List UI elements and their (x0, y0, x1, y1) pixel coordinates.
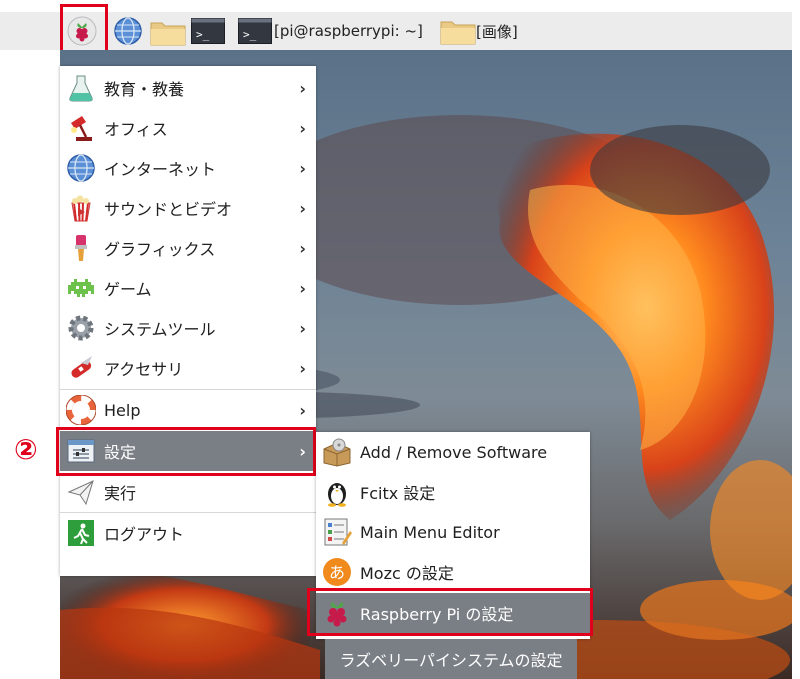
menu-item-label: Main Menu Editor (360, 522, 500, 542)
folder-icon (150, 22, 186, 46)
svg-text:>_: >_ (243, 28, 257, 41)
menu-item-help[interactable]: Help › (60, 390, 316, 430)
menu-item-label: サウンドとビデオ (104, 200, 233, 219)
menu-item-games[interactable]: ゲーム › (60, 268, 316, 308)
paper-plane-icon (67, 480, 94, 506)
menu-item-internet[interactable]: インターネット › (60, 148, 316, 188)
browser-launcher[interactable] (113, 16, 143, 46)
raspberry-icon (67, 16, 97, 46)
submenu-arrow-icon: › (299, 400, 306, 420)
submenu-item-raspberry-pi-config[interactable]: Raspberry Pi の設定 (316, 593, 590, 633)
submenu-arrow-icon: › (299, 118, 306, 138)
submenu-arrow-icon: › (299, 78, 306, 98)
menu-item-label: グラフィックス (104, 240, 216, 259)
menu-item-label: Add / Remove Software (360, 442, 548, 462)
submenu-item-fcitx[interactable]: Fcitx 設定 (316, 472, 590, 512)
space-invader-icon (68, 279, 94, 297)
menu-item-logout[interactable]: ログアウト (60, 513, 316, 553)
submenu-item-main-menu-editor[interactable]: Main Menu Editor (316, 512, 590, 552)
menu-item-education[interactable]: 教育・教養 › (60, 68, 316, 108)
menu-editor-icon (324, 518, 352, 546)
penguin-icon (328, 483, 346, 507)
file-manager-launcher[interactable] (150, 18, 186, 46)
submenu-arrow-icon: › (299, 358, 306, 378)
raspberry-icon (327, 602, 347, 627)
menu-item-label: ゲーム (104, 280, 152, 299)
preferences-submenu: Add / Remove Software Fcitx 設定 Main Menu… (316, 432, 590, 639)
menu-item-label: 教育・教養 (104, 80, 185, 99)
submenu-arrow-icon: › (299, 441, 306, 461)
globe-icon (67, 154, 95, 182)
menu-item-label: オフィス (104, 120, 168, 139)
menu-item-label: システムツール (104, 320, 216, 339)
menu-item-office[interactable]: オフィス › (60, 108, 316, 148)
terminal-icon: >_ (238, 18, 272, 44)
menu-item-system-tools[interactable]: システムツール › (60, 308, 316, 348)
globe-icon (114, 17, 142, 45)
menu-item-label: インターネット (104, 160, 217, 179)
office-lamp-icon (71, 116, 92, 141)
terminal-launcher[interactable]: >_ (191, 18, 225, 44)
terminal-icon: >_ (191, 18, 225, 44)
mozc-icon: あ (323, 558, 351, 586)
menu-item-label: アクセサリ (104, 360, 184, 379)
submenu-arrow-icon: › (299, 278, 306, 298)
menu-item-run[interactable]: 実行 (60, 472, 316, 512)
exit-icon (68, 520, 94, 546)
terminal-window-label: [pi@raspberrypi: ~] (274, 22, 423, 40)
popcorn-icon (71, 195, 91, 222)
submenu-arrow-icon: › (299, 318, 306, 338)
gear-icon (68, 315, 94, 341)
menu-item-label: ログアウト (104, 525, 185, 544)
folder-icon (440, 21, 476, 45)
menu-item-label: Help (104, 400, 141, 420)
menu-item-label: 実行 (104, 484, 137, 503)
svg-text:あ: あ (329, 563, 345, 582)
submenu-item-add-remove-software[interactable]: Add / Remove Software (316, 432, 590, 472)
submenu-arrow-icon: › (299, 198, 306, 218)
terminal-window-button[interactable]: >_ [pi@raspberrypi: ~] (238, 18, 423, 44)
taskbar: >_ >_ [pi@raspberrypi: ~] [画像] (0, 12, 792, 50)
menu-item-label: 設定 (104, 443, 137, 462)
tooltip: ラズベリーパイシステムの設定 (325, 639, 577, 679)
software-box-icon (323, 438, 351, 467)
folder-window-label: [画像] (476, 22, 518, 41)
applications-menu: 教育・教養 › オフィス › インターネット › サウンドとビデオ › グラフィ… (60, 66, 316, 576)
lifebuoy-icon (66, 395, 96, 425)
menu-item-label: Mozc の設定 (360, 564, 454, 583)
menu-item-sound-video[interactable]: サウンドとビデオ › (60, 188, 316, 228)
menu-item-graphics[interactable]: グラフィックス › (60, 228, 316, 268)
folder-window-button[interactable]: [画像] (440, 17, 518, 45)
menu-item-label: Fcitx 設定 (360, 484, 436, 503)
paintbrush-icon (75, 235, 87, 261)
menu-item-label: Raspberry Pi の設定 (360, 605, 514, 624)
submenu-arrow-icon: › (299, 158, 306, 178)
swiss-knife-icon (71, 356, 92, 378)
applications-menu-button[interactable] (64, 14, 100, 48)
callout-2: ② (14, 433, 38, 466)
submenu-arrow-icon: › (299, 238, 306, 258)
menu-item-preferences[interactable]: 設定 › (60, 431, 316, 471)
submenu-item-mozc[interactable]: あ Mozc の設定 (316, 552, 590, 592)
education-flask-icon (69, 75, 93, 102)
menu-item-accessories[interactable]: アクセサリ › (60, 348, 316, 388)
settings-icon (67, 439, 95, 463)
svg-text:>_: >_ (196, 28, 210, 41)
